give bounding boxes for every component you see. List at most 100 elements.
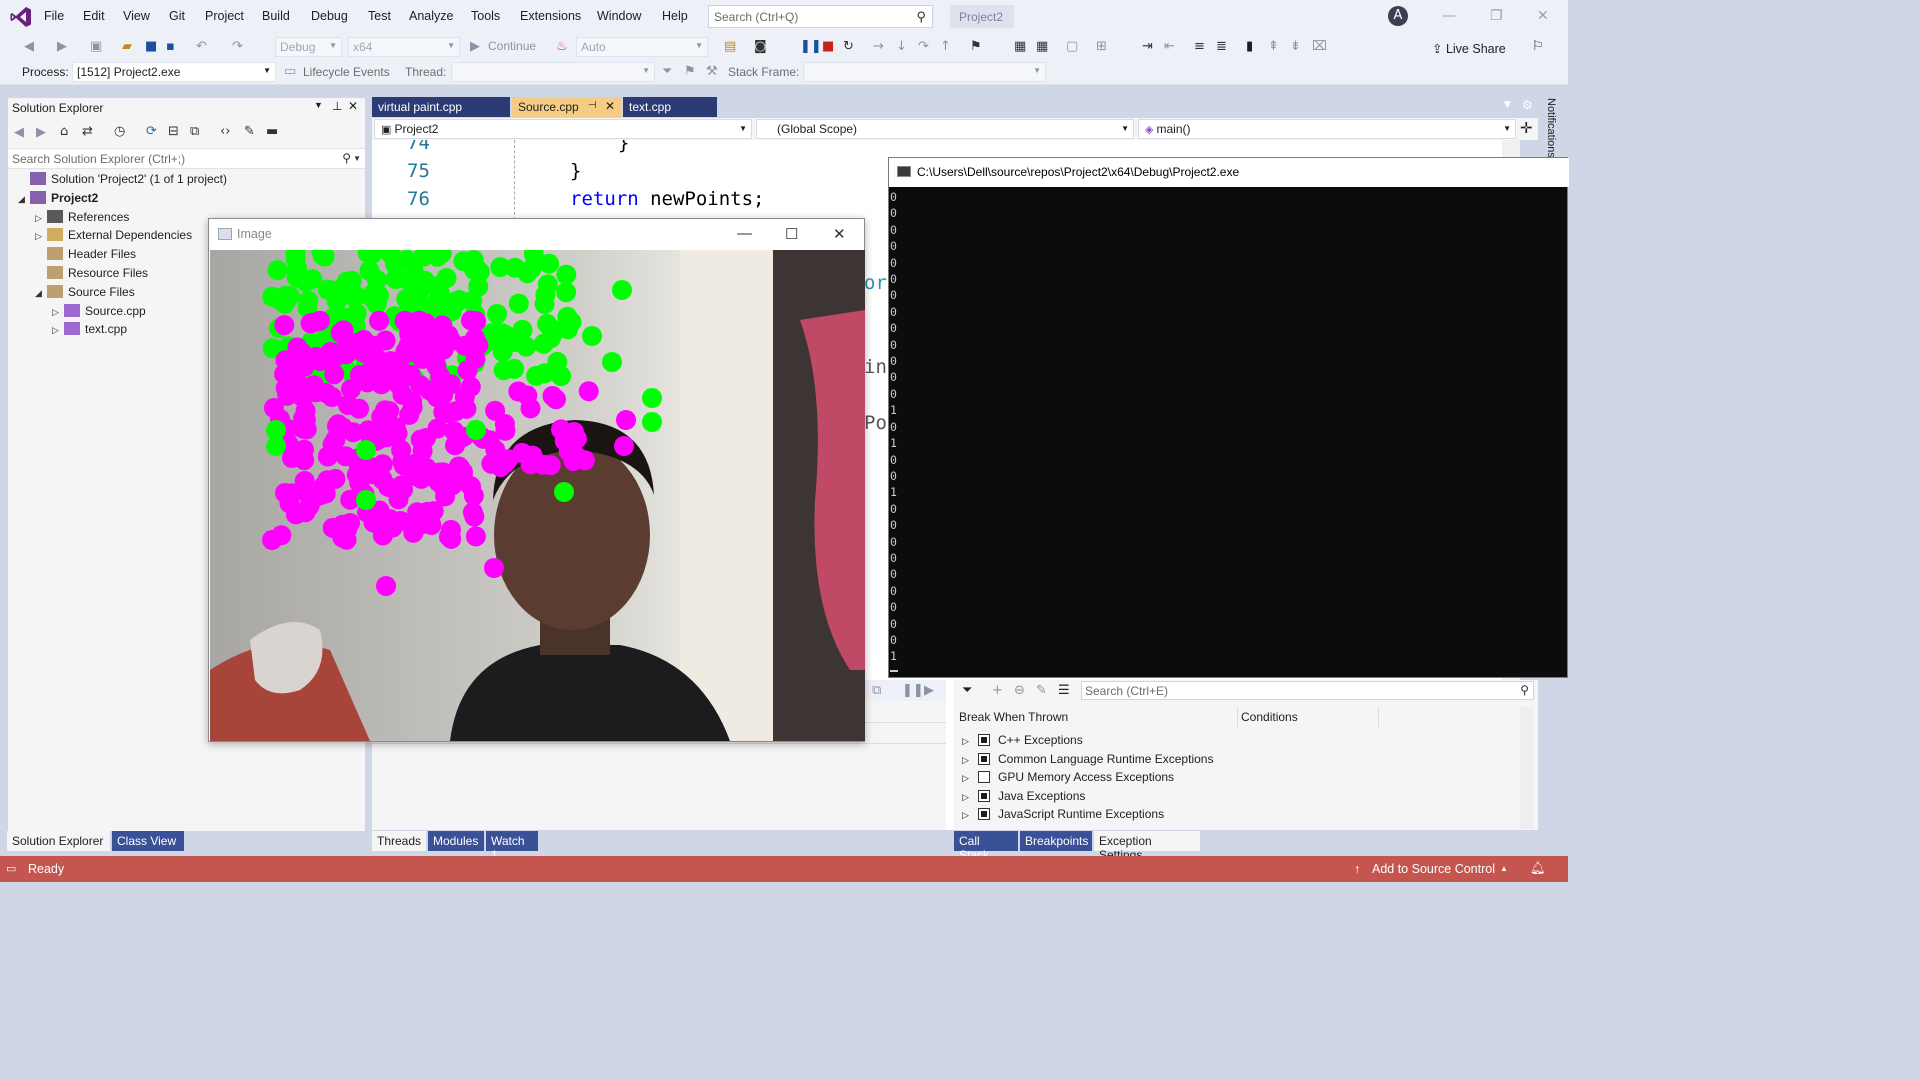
tree-item[interactable]: Resource Files [35,266,148,285]
process-dropdown[interactable]: [1512] Project2.exe ▼ [72,62,276,82]
continue-button[interactable]: Continue [488,39,536,53]
tab-breakpoints[interactable]: Breakpoints [1020,831,1092,851]
prev-bookmark-icon[interactable]: ⇞ [1268,39,1279,54]
menu-view[interactable]: View [123,9,150,23]
scope-dropdown[interactable]: (Global Scope) ▼ [756,119,1134,139]
bookmark-icon[interactable]: ▮ [1246,39,1253,54]
tab-modules[interactable]: Modules [428,831,484,851]
show-threads-icon[interactable]: ⚒ [706,64,718,79]
menu-window[interactable]: Window [597,9,641,23]
find-in-files-icon[interactable]: ▤ [724,39,736,54]
pin-icon[interactable]: ⊣ [588,100,597,111]
thread-dropdown[interactable]: ▼ [451,62,655,82]
back-icon[interactable]: ◀ [14,125,24,140]
menu-edit[interactable]: Edit [83,9,105,23]
exception-checkbox[interactable] [978,752,990,765]
exception-row[interactable]: ▷ Common Language Runtime Exceptions [962,752,1213,766]
forward-icon[interactable]: ▶ [36,125,46,140]
freeze-icon[interactable]: ❚❚ [902,683,924,698]
column-conditions[interactable]: Conditions [1241,710,1298,724]
restore-icon[interactable]: ❐ [1490,8,1503,24]
step-over-icon[interactable]: ↷ [918,39,929,54]
column-break-when-thrown[interactable]: Break When Thrown [959,710,1068,724]
stack-frame-dropdown[interactable]: ▼ [803,62,1046,82]
close-icon[interactable]: ✕ [1537,8,1549,24]
visual-studio-logo-icon[interactable] [10,6,32,28]
close-icon[interactable]: ✕ [833,225,846,243]
restore-defaults-icon[interactable]: ☰ [1058,683,1070,698]
menu-build[interactable]: Build [262,9,290,23]
clear-bookmarks-icon[interactable]: ⌧ [1312,39,1327,54]
save-all-icon[interactable]: ▪ [166,39,175,54]
switch-views-icon[interactable]: ⇄ [82,124,93,139]
flag-threads-icon[interactable]: ⚑ [684,64,696,79]
menu-tools[interactable]: Tools [471,9,500,23]
exception-checkbox[interactable] [978,808,990,820]
uncomment-icon[interactable]: ≣ [1216,39,1227,54]
expand-arrow-icon[interactable]: ▷ [35,231,47,242]
step-into-icon[interactable]: ↓ [896,39,907,54]
tab-threads[interactable]: Threads [372,831,426,851]
forward-icon[interactable]: ▶ [57,39,67,54]
tab-call-stack[interactable]: Call Stack [954,831,1018,862]
tree-item[interactable]: Solution 'Project2' (1 of 1 project) [18,172,227,191]
new-item-icon[interactable]: ▣ [90,39,102,54]
continue-play-icon[interactable]: ▶ [470,39,480,54]
webcam-frame[interactable] [210,250,865,741]
minimize-icon[interactable]: — [1442,8,1456,24]
restart-icon[interactable]: ↻ [843,39,854,54]
menu-help[interactable]: Help [662,9,688,23]
panel-menu-icon[interactable]: ▼ [314,100,323,110]
tab-watch-1[interactable]: Watch 1 [486,831,538,862]
hot-reload-icon[interactable]: ♨ [556,39,568,54]
remove-icon[interactable]: ⊖ [1014,683,1025,698]
cancel-build-icon[interactable]: ▢ [1066,39,1078,54]
pending-changes-icon[interactable]: ◷ [114,124,125,139]
exception-scrollbar[interactable] [1520,707,1534,829]
exception-search-input[interactable]: Search (Ctrl+E) ⚲ [1081,681,1534,700]
tab-virtual-paint[interactable]: virtual paint.cpp [372,97,510,117]
feedback-icon[interactable]: ⚐ [1532,39,1544,54]
tree-item[interactable]: ◢ Project2 [18,190,98,210]
menu-project[interactable]: Project [205,9,244,23]
exception-checkbox[interactable] [978,734,990,746]
save-icon[interactable]: ■ [145,39,157,54]
maximize-icon[interactable]: ☐ [785,225,798,243]
global-search-input[interactable]: Search (Ctrl+Q) ⚲ [708,5,933,28]
configuration-dropdown[interactable]: Debug ▼ [275,37,342,57]
tab-exception-settings[interactable]: Exception Settings [1094,831,1200,862]
console-window[interactable]: C:\Users\Dell\source\repos\Project2\x64\… [888,157,1569,678]
tab-overflow-icon[interactable]: ▼ [1504,100,1511,110]
account-avatar[interactable]: A [1388,6,1408,26]
tab-solution-explorer[interactable]: Solution Explorer [7,831,110,851]
rebuild-icon[interactable]: ▦ [1036,39,1048,54]
pause-icon[interactable]: ❚❚ [800,39,822,54]
tree-item[interactable]: ▷ References [35,209,129,229]
show-all-files-icon[interactable]: ⧉ [190,124,199,139]
expand-arrow-icon[interactable]: ▷ [52,307,64,318]
menu-file[interactable]: File [44,9,64,23]
comment-icon[interactable]: ⊞ [1096,39,1107,54]
collapse-arrow-icon[interactable]: ◢ [18,194,30,205]
menu-debug[interactable]: Debug [311,9,348,23]
preview-icon[interactable]: ▬ [266,124,278,139]
member-dropdown[interactable]: ◈ main() ▼ [1138,119,1516,139]
minimize-icon[interactable]: — [737,225,752,242]
copy-icon[interactable]: ⧉ [872,683,881,698]
filter-icon[interactable]: ⏷ [662,64,672,79]
collapse-all-icon[interactable]: ⊟ [168,124,179,139]
breakpoint-toggle-icon[interactable]: ⚑ [970,39,982,54]
tree-item[interactable]: ▷ Source.cpp [52,303,146,323]
close-panel-icon[interactable]: ✕ [348,99,358,113]
exception-row[interactable]: ▷ JavaScript Runtime Exceptions [962,807,1164,821]
menu-analyze[interactable]: Analyze [409,9,453,23]
collapse-arrow-icon[interactable]: ◢ [35,288,47,299]
sync-icon[interactable]: ⟳ [146,124,157,139]
menu-git[interactable]: Git [169,9,185,23]
indent-icon[interactable]: ⇥ [1142,39,1153,54]
close-tab-icon[interactable]: ✕ [605,99,615,113]
exception-checkbox[interactable] [978,789,990,802]
exception-checkbox[interactable] [978,771,990,783]
solution-name-badge[interactable]: Project2 [950,5,1014,28]
notifications-rail[interactable]: Notifications [1540,96,1568,158]
